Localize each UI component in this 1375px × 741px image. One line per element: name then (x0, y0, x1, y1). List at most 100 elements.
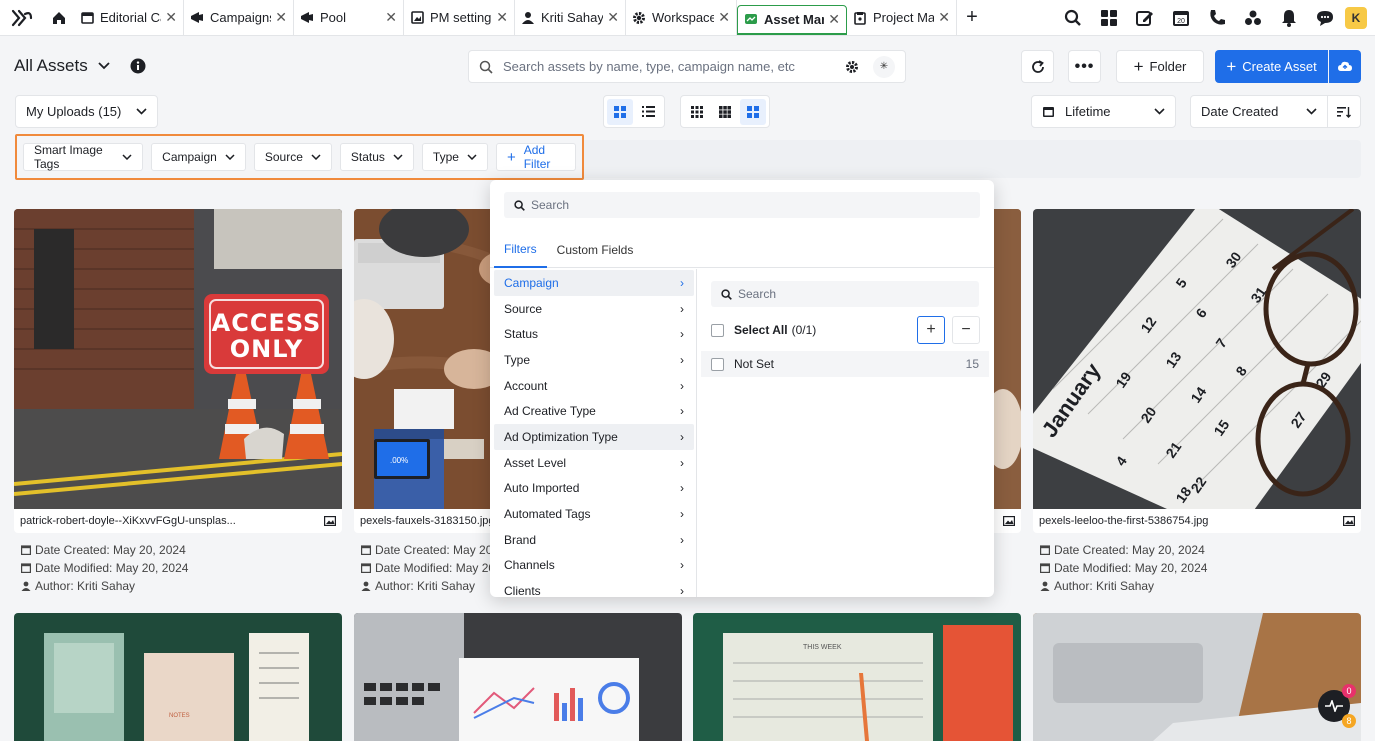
close-icon[interactable]: ✕ (275, 9, 287, 26)
tab-pm-setting[interactable]: PM setting ✕ (404, 0, 515, 36)
filter-field-item[interactable]: Account › (494, 373, 694, 399)
asset-card[interactable]: patrick-robert-doyle--XiKxvvFGgU-unsplas… (14, 209, 342, 533)
asset-thumbnail[interactable]: NOTES (14, 613, 342, 741)
search-icon[interactable] (1055, 0, 1091, 36)
tab-asset-manager[interactable]: Asset Mana ✕ (737, 4, 847, 35)
filter-field-item[interactable]: Auto Imported › (494, 476, 694, 502)
filter-search-input[interactable]: Search (504, 192, 980, 218)
clipboard-icon (853, 11, 867, 25)
filter-chip-type[interactable]: Type (421, 143, 488, 171)
close-icon[interactable]: ✕ (718, 9, 730, 26)
create-asset-button[interactable]: + Create Asset (1215, 50, 1328, 83)
filter-field-item[interactable]: Asset Level › (494, 450, 694, 476)
tab-pool[interactable]: Pool ✕ (294, 0, 404, 36)
filter-chip-smart-image-tags[interactable]: Smart Image Tags (23, 143, 144, 171)
filter-value-option[interactable]: Not Set 15 (701, 351, 989, 377)
filter-field-item[interactable]: Source › (494, 296, 694, 322)
list-view-icon[interactable] (635, 99, 661, 125)
home-icon[interactable] (44, 0, 74, 36)
uploads-dropdown[interactable]: My Uploads (15) (15, 95, 158, 128)
info-icon[interactable] (130, 58, 146, 74)
time-range-dropdown[interactable]: Lifetime (1031, 95, 1176, 128)
include-button[interactable]: + (917, 316, 945, 344)
tab-campaigns[interactable]: Campaigns ✕ (184, 0, 294, 36)
large-grid-icon[interactable] (740, 98, 766, 125)
gear-icon[interactable] (845, 60, 859, 74)
close-icon[interactable]: ✕ (828, 11, 840, 28)
close-icon[interactable]: ✕ (385, 9, 397, 26)
asset-card[interactable]: NOTES (14, 613, 342, 741)
filter-field-item[interactable]: Campaign › (494, 270, 694, 296)
tab-project-manager[interactable]: Project Man ✕ (847, 0, 957, 36)
filter-field-item[interactable]: Brand › (494, 527, 694, 553)
integrations-icon[interactable] (1235, 0, 1271, 36)
asset-thumbnail[interactable]: THIS WEEK (693, 613, 1021, 741)
add-filter-button[interactable]: + Add Filter (495, 143, 576, 171)
close-icon[interactable]: ✕ (496, 9, 508, 26)
author: Author: Kriti Sahay (35, 579, 136, 593)
filter-field-item[interactable]: Ad Optimization Type › (494, 424, 694, 450)
close-icon[interactable]: ✕ (607, 9, 619, 26)
compose-icon[interactable] (1127, 0, 1163, 36)
chevron-right-icon: › (680, 558, 684, 573)
tab-editorial-calendar[interactable]: Editorial Ca ✕ (74, 0, 184, 36)
tab-filters[interactable]: Filters (494, 232, 547, 268)
filter-chip-status[interactable]: Status (339, 143, 414, 171)
asset-card[interactable]: THIS WEEK (693, 613, 1021, 741)
asset-thumbnail[interactable] (354, 613, 682, 741)
medium-grid-icon[interactable] (712, 99, 738, 125)
asset-icon (744, 12, 758, 26)
tab-custom-fields[interactable]: Custom Fields (547, 232, 644, 268)
date-created: Date Created: May 20, 2024 (1054, 543, 1205, 557)
close-icon[interactable]: ✕ (165, 9, 177, 26)
asset-thumbnail[interactable]: 56 78 12 13 14 15 19 20 21 22 30 31 4 18 27 29 … (1033, 209, 1361, 533)
sort-direction-button[interactable] (1328, 95, 1361, 128)
tab-kriti-sahay[interactable]: Kriti Sahay ✕ (515, 0, 626, 36)
filter-field-item[interactable]: Clients › (494, 578, 694, 604)
cloud-upload-button[interactable] (1329, 50, 1361, 83)
app-logo-icon[interactable] (0, 0, 44, 36)
filter-values-search-input[interactable]: Search (711, 281, 979, 307)
phone-icon[interactable] (1199, 0, 1235, 36)
exclude-button[interactable]: − (952, 316, 980, 344)
ai-sparkle-icon[interactable]: ✳ (873, 55, 895, 78)
chat-icon[interactable] (1307, 0, 1343, 36)
filter-field-item[interactable]: Ad Creative Type › (494, 398, 694, 424)
filter-field-item[interactable]: Automated Tags › (494, 501, 694, 527)
select-all-checkbox[interactable] (711, 323, 724, 337)
user-avatar[interactable]: K (1343, 0, 1375, 36)
filter-chip-campaign[interactable]: Campaign (151, 143, 246, 171)
activity-widget[interactable]: 0 8 (1318, 684, 1356, 728)
calendar-icon (361, 563, 371, 573)
asset-filename[interactable]: pexels-leeloo-the-first-5386754.jpg (1039, 515, 1208, 527)
chevron-down-icon[interactable] (98, 62, 110, 70)
refresh-button[interactable] (1021, 50, 1054, 83)
bell-icon[interactable] (1271, 0, 1307, 36)
close-icon[interactable]: ✕ (938, 9, 950, 26)
sort-dropdown[interactable]: Date Created (1190, 95, 1328, 128)
apps-grid-icon[interactable] (1091, 0, 1127, 36)
grid-view-icon[interactable] (607, 98, 633, 125)
small-grid-icon[interactable] (684, 99, 710, 125)
option-checkbox[interactable] (711, 357, 724, 371)
calendar-date-icon[interactable]: 20 (1163, 0, 1199, 36)
new-tab-plus-icon[interactable]: + (957, 0, 987, 36)
asset-filename[interactable]: pexels-fauxels-3183150.jpg (360, 515, 495, 527)
filter-field-item[interactable]: Channels › (494, 553, 694, 579)
tab-workspace[interactable]: Workspace ✕ (626, 0, 737, 36)
more-options-button[interactable]: ••• (1068, 50, 1101, 83)
filter-field-item[interactable]: Type › (494, 347, 694, 373)
popover-tabs: Filters Custom Fields (490, 232, 994, 268)
plus-icon: + (1133, 56, 1144, 76)
asset-search-input[interactable]: Search assets by name, type, campaign na… (468, 50, 906, 83)
calendar-icon (1042, 105, 1055, 118)
asset-card[interactable] (354, 613, 682, 741)
asset-card[interactable]: 56 78 12 13 14 15 19 20 21 22 30 31 4 18 27 29 … (1033, 209, 1361, 533)
asset-thumbnail[interactable] (1033, 613, 1361, 741)
asset-filename[interactable]: patrick-robert-doyle--XiKxvvFGgU-unsplas… (20, 515, 236, 527)
cloud-upload-icon (1338, 61, 1352, 72)
add-folder-button[interactable]: + Folder (1116, 50, 1204, 83)
asset-card[interactable] (1033, 613, 1361, 741)
filter-chip-source[interactable]: Source (253, 143, 332, 171)
filter-field-item[interactable]: Status › (494, 321, 694, 347)
